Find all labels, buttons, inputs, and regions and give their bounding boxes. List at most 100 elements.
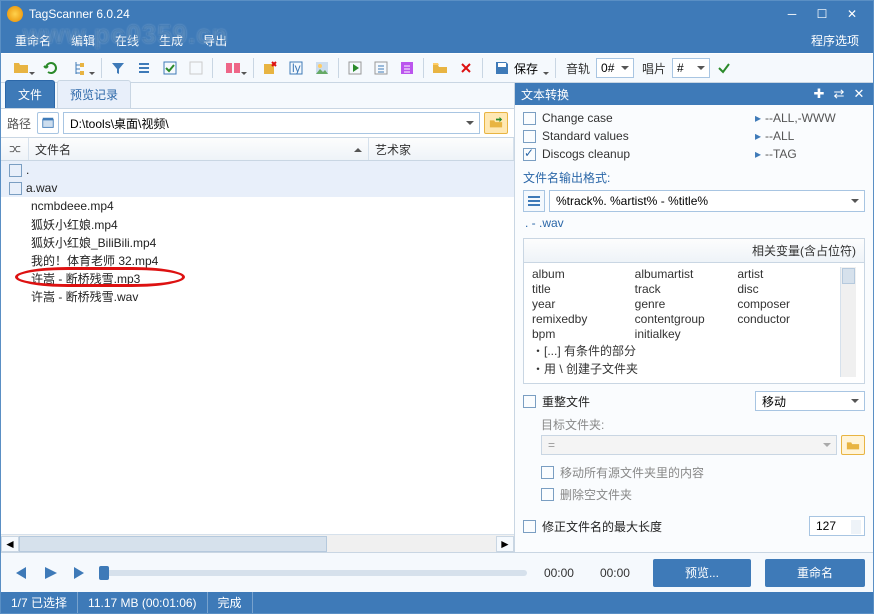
menu-program-settings[interactable]: 程序选项 (801, 28, 869, 53)
file-row-selected[interactable]: a.wav (1, 179, 514, 197)
reorganize-mode-dropdown[interactable]: 移动 (755, 391, 865, 411)
file-row[interactable]: 许嵩 - 断桥残雪.mp3 (1, 269, 514, 287)
track-combo[interactable]: 0# (596, 58, 634, 78)
var-item[interactable]: title (532, 282, 635, 296)
menu-generate[interactable]: 生成 (149, 28, 193, 53)
preview-button[interactable]: 预览... (653, 559, 751, 587)
reorganize-checkbox[interactable] (523, 395, 536, 408)
format-example-link[interactable]: . - .wav (523, 216, 865, 230)
player-prev-button[interactable] (9, 562, 31, 584)
root-checkbox[interactable] (9, 164, 22, 177)
col-filename[interactable]: 文件名 (29, 138, 369, 160)
format-presets-button[interactable] (523, 190, 545, 212)
path-go-button[interactable] (484, 112, 508, 134)
tab-preview[interactable]: 预览记录 (57, 80, 131, 108)
rename-button[interactable]: 重命名 (765, 559, 865, 587)
file-root-row[interactable]: . (1, 161, 514, 179)
path-input[interactable]: D:\tools\桌面\视频\ (63, 112, 480, 134)
scroll-right-button[interactable]: ► (496, 536, 514, 552)
move-all-checkbox[interactable] (541, 466, 554, 479)
minimize-button[interactable]: ─ (777, 3, 807, 25)
col-shuffle[interactable] (1, 138, 29, 160)
transform-row[interactable]: Change case▸--ALL,-WWW (523, 109, 865, 127)
close-button[interactable]: ✕ (837, 3, 867, 25)
remove-tag-button[interactable] (258, 56, 282, 80)
open-folder-button[interactable] (5, 56, 37, 80)
var-item[interactable]: composer (737, 297, 840, 311)
h-scrollbar[interactable]: ◄ ► (1, 534, 514, 552)
dest-input[interactable]: = (541, 435, 837, 455)
maxlen-checkbox[interactable] (523, 520, 536, 533)
var-item[interactable]: contentgroup (635, 312, 738, 326)
var-item[interactable]: remixedby (532, 312, 635, 326)
var-item[interactable]: bpm (532, 327, 635, 341)
tree-view-button[interactable] (65, 56, 97, 80)
dest-browse-button[interactable] (841, 435, 865, 455)
delete-empty-checkbox[interactable] (541, 488, 554, 501)
status-size: 11.17 MB (00:01:06) (78, 592, 208, 613)
file-list[interactable]: . a.wav ncmbdeee.mp4 狐妖小红娘.mp4 狐妖小红娘_Bil… (1, 161, 514, 534)
scroll-left-button[interactable]: ◄ (1, 536, 19, 552)
tab-file[interactable]: 文件 (5, 80, 55, 108)
var-item[interactable]: album (532, 267, 635, 281)
player-play-button[interactable] (39, 562, 61, 584)
player-seek-slider[interactable] (99, 570, 527, 576)
var-item[interactable]: artist (737, 267, 840, 281)
maximize-button[interactable]: ☐ (807, 3, 837, 25)
var-item[interactable]: year (532, 297, 635, 311)
path-root-icon[interactable] (37, 112, 59, 134)
menu-online[interactable]: 在线 (105, 28, 149, 53)
svg-text:ly: ly (292, 61, 301, 75)
menu-rename[interactable]: 重命名 (5, 28, 61, 53)
file-row[interactable]: ncmbdeee.mp4 (1, 197, 514, 215)
file-checkbox[interactable] (9, 182, 22, 195)
file-row[interactable]: 我的！体育老师 32.mp4 (1, 251, 514, 269)
var-item[interactable]: disc (737, 282, 840, 296)
transform-row[interactable]: Discogs cleanup▸--TAG (523, 145, 865, 163)
enqueue-button[interactable] (369, 56, 393, 80)
save-dropdown[interactable]: 保存 (487, 56, 551, 80)
menu-edit[interactable]: 编辑 (61, 28, 105, 53)
refresh-button[interactable] (39, 56, 63, 80)
vars-scrollbar[interactable] (840, 267, 856, 377)
player-next-button[interactable] (69, 562, 91, 584)
seek-knob[interactable] (99, 566, 109, 580)
transform-checkbox[interactable] (523, 130, 536, 143)
var-item[interactable]: track (635, 282, 738, 296)
format-input[interactable]: %track%. %artist% - %title% (549, 190, 865, 212)
panel-add-button[interactable]: ✚ (811, 86, 827, 102)
explorer-button[interactable] (428, 56, 452, 80)
play-button[interactable] (343, 56, 367, 80)
disc-combo[interactable]: # (672, 58, 710, 78)
lyrics-button[interactable]: ly (284, 56, 308, 80)
scroll-thumb[interactable] (19, 536, 327, 552)
menu-export[interactable]: 导出 (193, 28, 237, 53)
cover-button[interactable] (310, 56, 334, 80)
maxlen-input[interactable]: 127 (809, 516, 865, 536)
status-bar: 1/7 已选择 11.17 MB (00:01:06) 完成 (1, 592, 873, 613)
file-row[interactable]: 狐妖小红娘.mp4 (1, 215, 514, 233)
var-note: ・用 \ 创建子文件夹 (532, 360, 840, 377)
file-row[interactable]: 许嵩 - 断桥残雪.wav (1, 287, 514, 305)
file-row[interactable]: 狐妖小红娘_BiliBili.mp4 (1, 233, 514, 251)
left-pane: 文件 预览记录 路径 D:\tools\桌面\视频\ 文件名 艺术家 . a.w… (1, 83, 515, 552)
var-item[interactable]: genre (635, 297, 738, 311)
list-button[interactable] (132, 56, 156, 80)
delete-button[interactable] (454, 56, 478, 80)
var-item[interactable]: conductor (737, 312, 840, 326)
filter-button[interactable] (106, 56, 130, 80)
tag-to-tag-button[interactable] (217, 56, 249, 80)
var-item[interactable]: initialkey (635, 327, 738, 341)
col-artist[interactable]: 艺术家 (369, 138, 514, 160)
panel-close-button[interactable]: ✕ (851, 86, 867, 102)
var-item[interactable] (737, 327, 840, 341)
transform-checkbox[interactable] (523, 148, 536, 161)
apply-numbering-button[interactable] (712, 56, 736, 80)
panel-config-button[interactable]: ⇄ (831, 86, 847, 102)
transform-checkbox[interactable] (523, 112, 536, 125)
playlist-button[interactable] (395, 56, 419, 80)
transform-row[interactable]: Standard values▸--ALL (523, 127, 865, 145)
clear-selection-button[interactable] (184, 56, 208, 80)
var-item[interactable]: albumartist (635, 267, 738, 281)
select-all-button[interactable] (158, 56, 182, 80)
